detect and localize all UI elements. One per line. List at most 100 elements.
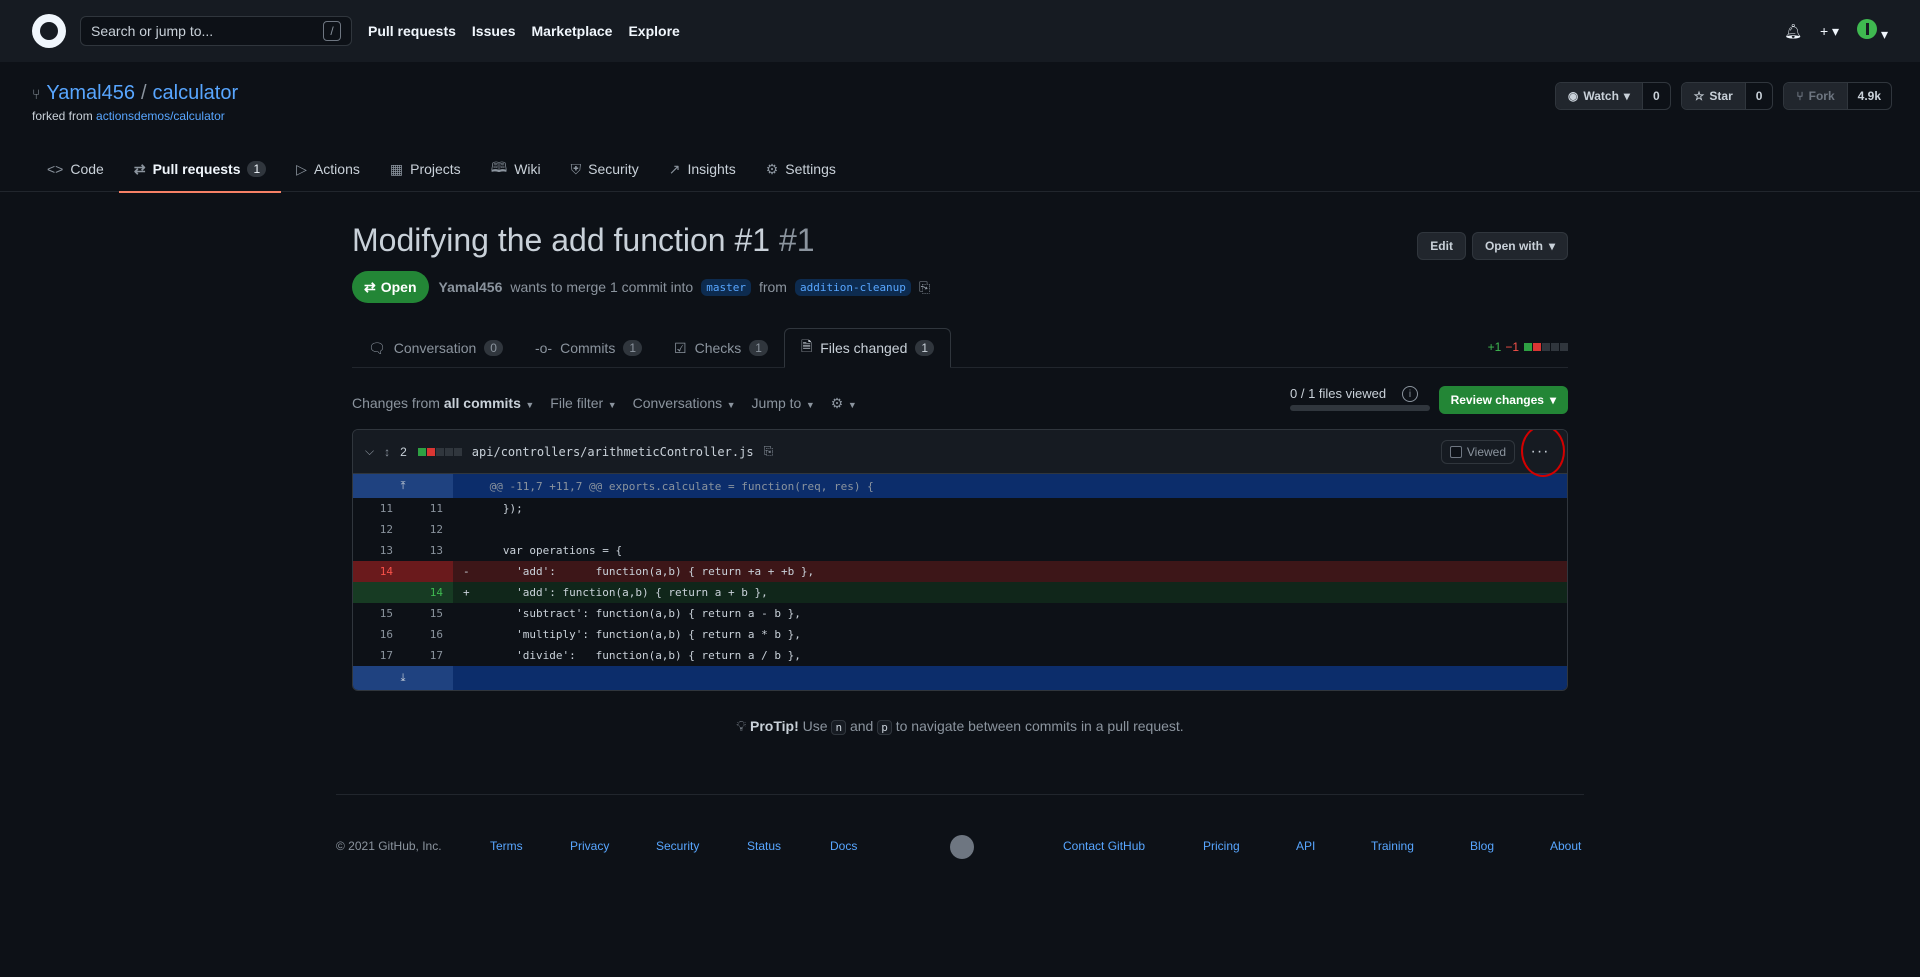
tab-settings[interactable]: ⚙ Settings (751, 146, 851, 192)
base-branch[interactable]: master (701, 278, 751, 296)
old-line-number[interactable]: 14 (353, 561, 403, 582)
tab-security[interactable]: ⛨ Security (556, 146, 654, 192)
tab-conversation[interactable]: 🗨︎ Conversation 0 (352, 328, 519, 368)
footer-link-pricing[interactable]: Pricing (1203, 839, 1240, 853)
code-line: var operations = { (489, 544, 623, 557)
tab-code[interactable]: <> Code (32, 146, 119, 192)
global-header: Search or jump to... / Pull requests Iss… (0, 0, 1920, 62)
old-line-number[interactable]: 11 (353, 498, 403, 519)
diff-table: ⤒ @@ -11,7 +11,7 @@ exports.calculate = … (353, 474, 1567, 690)
avatar-dropdown[interactable]: ▾ (1857, 19, 1888, 43)
file-path-link[interactable]: api/controllers/arithmeticController.js (472, 445, 754, 459)
watch-count[interactable]: 0 (1641, 83, 1670, 109)
jump-to-dropdown[interactable]: Jump to ▼ (752, 395, 815, 411)
pull-requests-counter: 1 (247, 161, 267, 177)
tab-commits[interactable]: -o- Commits 1 (519, 328, 658, 368)
new-line-number[interactable]: 15 (403, 603, 453, 624)
addition-marker: + (453, 582, 480, 603)
edit-button[interactable]: Edit (1417, 232, 1466, 260)
tab-checks[interactable]: ☑ Checks 1 (658, 328, 784, 368)
project-icon: ▦ (389, 160, 404, 177)
repo-name-link[interactable]: calculator (153, 82, 239, 105)
footer-link-blog[interactable]: Blog (1470, 839, 1494, 853)
head-branch[interactable]: addition-cleanup (794, 278, 911, 296)
footer-link-privacy[interactable]: Privacy (570, 839, 609, 853)
fork-count[interactable]: 4.9k (1846, 83, 1891, 109)
old-line-number[interactable]: 13 (353, 540, 403, 561)
fork-button[interactable]: ⑂ Fork (1784, 83, 1847, 109)
plus-dropdown-icon[interactable]: + ▾ (1820, 23, 1839, 40)
nav-explore[interactable]: Explore (628, 23, 679, 39)
diff-settings-dropdown[interactable]: ⚙ ▼ (831, 395, 857, 412)
code-line: 'multiply': function(a,b) { return a * b… (489, 628, 801, 641)
hunk-row: ⤒ @@ -11,7 +11,7 @@ exports.calculate = … (353, 474, 1567, 498)
star-count[interactable]: 0 (1744, 83, 1773, 109)
footer-link-terms[interactable]: Terms (490, 839, 523, 853)
old-line-number[interactable] (353, 582, 403, 603)
expand-down-icon[interactable]: ⤓ (353, 666, 453, 690)
old-line-number[interactable]: 17 (353, 645, 403, 666)
footer-link-contact[interactable]: Contact GitHub (1063, 839, 1145, 853)
repo-forked-icon: ⑂ (32, 85, 41, 102)
bell-icon[interactable]: 🔔︎ (1784, 23, 1802, 40)
forked-from: forked from actionsdemos/calculator (32, 109, 1892, 123)
old-line-number[interactable]: 15 (353, 603, 403, 624)
footer-link-training[interactable]: Training (1371, 839, 1414, 853)
tab-code-label: Code (70, 161, 104, 177)
info-icon[interactable]: i (1402, 386, 1418, 402)
eye-icon: ◉ (1567, 89, 1579, 103)
old-line-number[interactable]: 16 (353, 624, 403, 645)
chevron-down-icon: ▼ (845, 399, 857, 410)
new-line-number[interactable]: 13 (403, 540, 453, 561)
diffstat: +1 −1 (1488, 340, 1568, 354)
conversations-dropdown[interactable]: Conversations ▼ (633, 395, 736, 411)
tab-projects[interactable]: ▦ Projects (375, 146, 476, 192)
header-right: 🔔︎ + ▾ ▾ (1784, 19, 1888, 43)
repo-owner-link[interactable]: Yamal456 (46, 82, 135, 105)
footer-link-api[interactable]: API (1296, 839, 1315, 853)
watch-button[interactable]: ◉ Watch ▾ (1555, 83, 1642, 109)
nav-marketplace[interactable]: Marketplace (532, 23, 613, 39)
footer-link-security[interactable]: Security (656, 839, 699, 853)
protip: 💡︎ ProTip! Use n and p to navigate betwe… (0, 718, 1920, 735)
forked-from-link[interactable]: actionsdemos/calculator (96, 109, 225, 123)
nav-issues[interactable]: Issues (472, 23, 516, 39)
changes-from-dropdown[interactable]: Changes from all commits ▼ (352, 395, 534, 411)
chevron-down-icon[interactable]: ⌵ (365, 444, 374, 459)
new-line-number[interactable]: 14 (403, 582, 453, 603)
new-line-number[interactable]: 11 (403, 498, 453, 519)
footer-link-status[interactable]: Status (747, 839, 781, 853)
pr-author-link[interactable]: Yamal456 (439, 279, 503, 295)
unfold-icon[interactable]: ↕ (384, 445, 390, 459)
checkbox-box (1449, 446, 1462, 458)
old-line-number[interactable]: 12 (353, 519, 403, 540)
search-input[interactable]: Search or jump to... / (80, 16, 352, 46)
code-line (480, 519, 1567, 540)
tab-pull-requests[interactable]: ⇄ Pull requests 1 (118, 146, 282, 193)
expand-up-icon[interactable]: ⤒ (353, 474, 453, 498)
github-mark-icon[interactable] (950, 835, 974, 859)
new-line-number[interactable] (403, 561, 453, 582)
footer-link-docs[interactable]: Docs (830, 839, 857, 853)
footer-link-about[interactable]: About (1550, 839, 1581, 853)
tab-actions[interactable]: ▷ Actions (281, 146, 375, 192)
github-logo-icon[interactable] (32, 14, 66, 48)
file-filter-dropdown[interactable]: File filter ▼ (550, 395, 616, 411)
nav-pull-requests[interactable]: Pull requests (368, 23, 456, 39)
tab-files-changed[interactable]: 🗎︎ Files changed 1 (783, 328, 952, 368)
pr-header-actions: Edit Open with ▾ (1417, 232, 1568, 260)
open-with-button[interactable]: Open with ▾ (1471, 232, 1568, 260)
new-line-number[interactable]: 16 (403, 624, 453, 645)
book-icon: 🕮︎ (490, 159, 508, 175)
copy-icon[interactable]: ⎘ (919, 279, 930, 296)
chevron-down-icon: ▾ (1548, 239, 1555, 253)
review-changes-button[interactable]: Review changes ▾ (1438, 386, 1568, 414)
chevron-down-icon: ▼ (724, 400, 736, 410)
new-line-number[interactable]: 17 (403, 645, 453, 666)
tab-wiki[interactable]: 🕮︎ Wiki (476, 146, 556, 192)
tab-insights[interactable]: ↗ Insights (654, 146, 751, 192)
copy-icon[interactable]: ⎘ (764, 444, 774, 459)
star-button[interactable]: ☆ Star (1681, 83, 1745, 109)
viewed-checkbox[interactable]: Viewed (1440, 440, 1515, 464)
new-line-number[interactable]: 12 (403, 519, 453, 540)
